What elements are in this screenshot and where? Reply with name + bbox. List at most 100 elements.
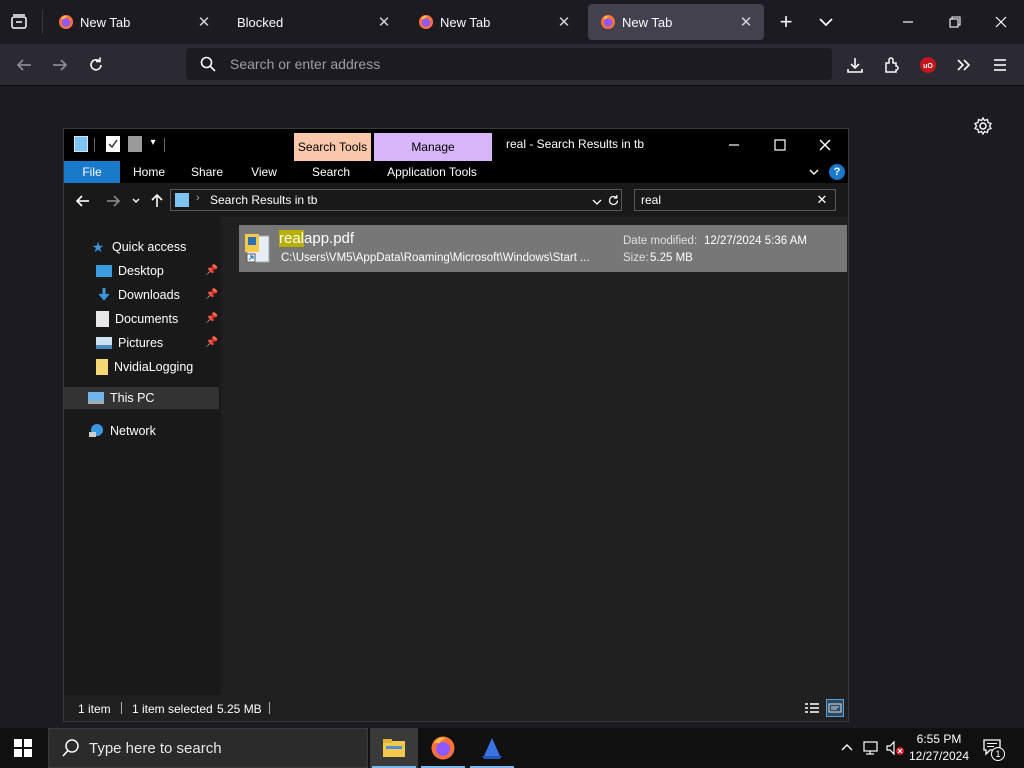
filename-rest: app.pdf [304, 230, 355, 247]
taskbar-app-sail[interactable] [468, 728, 516, 768]
address-bar[interactable] [186, 48, 832, 80]
network-tray-icon[interactable] [862, 740, 880, 756]
desktop-icon [96, 265, 112, 277]
browser-tab[interactable]: New Tab ✕ [46, 4, 222, 40]
address-input[interactable] [230, 54, 810, 74]
explorer-address-row: › Search Results in tb real ✕ [64, 183, 848, 217]
gear-icon[interactable] [973, 116, 993, 136]
breadcrumb[interactable]: Search Results in tb [210, 193, 317, 207]
up-arrow-icon[interactable] [148, 192, 166, 210]
clock-date[interactable]: 12/27/2024 [908, 749, 970, 763]
clock-time[interactable]: 6:55 PM [916, 732, 962, 746]
nav-label: Desktop [118, 264, 164, 278]
taskbar-search-box[interactable] [48, 728, 368, 768]
selected-size: 5.25 MB [217, 702, 262, 716]
ribbon-tab-file[interactable]: File [64, 161, 120, 183]
address-dropdown-icon[interactable] [591, 195, 603, 207]
window-title: real - Search Results in tb [506, 137, 645, 151]
navigation-pane: ★ Quick access Desktop 📌 Downloads 📌 Doc… [64, 217, 221, 695]
nav-item-downloads[interactable]: Downloads 📌 [96, 284, 218, 306]
pin-icon[interactable]: 📌 [206, 260, 218, 282]
nav-item-nvidialogging[interactable]: NvidiaLogging [96, 356, 193, 378]
browser-tab-active[interactable]: New Tab ✕ [588, 4, 764, 40]
expand-ribbon-icon[interactable] [807, 165, 821, 179]
pin-icon[interactable]: 📌 [206, 308, 218, 330]
forward-arrow-icon[interactable] [46, 51, 74, 79]
close-window-icon[interactable] [989, 10, 1013, 34]
search-tools-context-tab[interactable]: Search Tools [294, 133, 371, 161]
taskbar-search-input[interactable] [89, 739, 349, 757]
reload-icon[interactable] [82, 51, 110, 79]
nav-label: Documents [115, 312, 179, 326]
more-tools-icon[interactable] [950, 51, 978, 79]
properties-icon[interactable] [106, 136, 120, 152]
nav-item-documents[interactable]: Documents 📌 [96, 308, 218, 330]
size-value: 5.25 MB [650, 252, 693, 264]
firefox-icon [431, 736, 455, 760]
ribbon-tab-view[interactable]: View [239, 161, 289, 183]
tab-list-icon[interactable] [8, 11, 30, 33]
content-view-icon[interactable] [826, 699, 844, 717]
restore-icon[interactable] [943, 10, 967, 34]
new-folder-icon[interactable] [128, 136, 142, 152]
clear-search-icon[interactable]: ✕ [815, 192, 829, 207]
recent-locations-icon[interactable] [130, 194, 142, 206]
windows-start-icon[interactable] [14, 739, 32, 757]
ublock-origin-icon[interactable]: uO [914, 51, 942, 79]
close-tab-icon[interactable]: ✕ [192, 13, 216, 31]
minimize-icon[interactable] [896, 10, 920, 34]
ribbon-tab-application-tools[interactable]: Application Tools [376, 161, 488, 183]
firefox-icon [59, 15, 73, 29]
browser-tab[interactable]: Blocked ✕ [226, 4, 402, 40]
extensions-icon[interactable] [878, 51, 906, 79]
pin-icon[interactable]: 📌 [206, 284, 218, 306]
file-explorer-window: ▾ Search Tools Manage real - Search Resu… [63, 128, 849, 722]
nav-label: Network [110, 424, 156, 438]
close-tab-icon[interactable]: ✕ [552, 13, 576, 31]
explorer-back-icon[interactable] [74, 192, 92, 210]
customize-toolbar-icon[interactable]: ▾ [148, 137, 158, 151]
folder-icon [96, 359, 108, 375]
search-icon [62, 739, 79, 757]
new-tab-button[interactable]: + [774, 10, 798, 34]
explorer-minimize-icon[interactable] [722, 133, 746, 157]
nav-quick-access[interactable]: ★ Quick access [90, 236, 187, 258]
tab-label: New Tab [80, 14, 131, 30]
tab-label: Blocked [237, 14, 284, 30]
browser-toolbar: uO [0, 44, 1024, 86]
nav-label: NvidiaLogging [114, 360, 194, 374]
pin-icon[interactable]: 📌 [206, 332, 218, 354]
explorer-maximize-icon[interactable] [768, 133, 792, 157]
taskbar-file-explorer[interactable] [370, 728, 418, 768]
nav-item-pictures[interactable]: Pictures 📌 [96, 332, 218, 354]
ribbon-tab-home[interactable]: Home [124, 161, 174, 183]
ribbon-tab-share[interactable]: Share [182, 161, 232, 183]
details-view-icon[interactable] [804, 701, 820, 715]
nav-this-pc[interactable]: This PC [88, 387, 154, 409]
back-arrow-icon[interactable] [10, 51, 38, 79]
search-folder-icon [175, 193, 189, 207]
volume-muted-icon[interactable] [885, 740, 905, 756]
close-tab-icon[interactable]: ✕ [734, 13, 758, 31]
close-tab-icon[interactable]: ✕ [372, 13, 396, 31]
show-hidden-icons-chevron-icon[interactable] [839, 740, 855, 756]
explorer-address-bar[interactable]: › Search Results in tb [170, 189, 622, 211]
refresh-icon[interactable] [607, 194, 620, 207]
manage-context-tab[interactable]: Manage [374, 133, 492, 161]
ribbon-tab-search[interactable]: Search [300, 161, 362, 183]
nav-item-desktop[interactable]: Desktop 📌 [96, 260, 218, 282]
explorer-close-icon[interactable] [813, 133, 837, 157]
browser-tab[interactable]: New Tab ✕ [406, 4, 582, 40]
nav-network[interactable]: Network [88, 420, 156, 442]
menu-hamburger-icon[interactable] [986, 51, 1014, 79]
download-arrow-icon [96, 287, 112, 303]
downloads-icon[interactable] [841, 51, 869, 79]
explorer-search-box[interactable]: real ✕ [634, 189, 836, 211]
list-all-tabs-icon[interactable] [814, 10, 838, 34]
explorer-search-input[interactable]: real [641, 193, 661, 207]
taskbar-firefox[interactable] [419, 728, 467, 768]
explorer-forward-icon[interactable] [104, 192, 122, 210]
search-result-item[interactable]: realapp.pdf C:\Users\VM5\AppData\Roaming… [239, 225, 847, 272]
action-center-icon[interactable]: 1 [982, 738, 1006, 761]
help-icon[interactable]: ? [829, 164, 845, 180]
